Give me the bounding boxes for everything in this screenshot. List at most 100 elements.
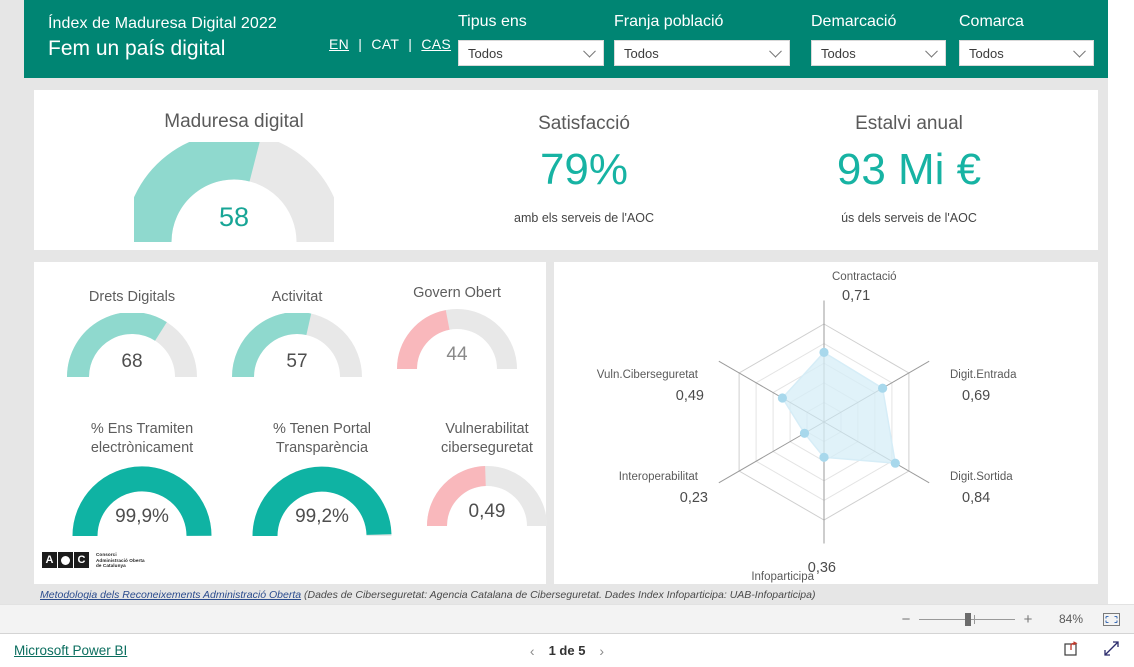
language-selector: EN | CAT | CAS [329, 36, 451, 52]
slicer-dropdown-tipus-ens[interactable]: Todos [458, 40, 604, 66]
gauge-portal-svg [252, 466, 392, 537]
radar-axis-label: Digit.Entrada [950, 369, 1017, 381]
radar-chart-card: Contractació 0,71 Digit.Entrada 0,69 Digit.S… [554, 262, 1098, 584]
slicer-dropdown-comarca[interactable]: Todos [959, 40, 1094, 66]
radar-axis-value: 0,36 [808, 560, 836, 576]
aoc-logo-text: Consorci Administració Oberta de Catalun… [96, 552, 145, 569]
slicer-value-franja-poblacio: Todos [624, 45, 659, 61]
gauge-value-activitat: 57 [286, 351, 308, 372]
aoc-logo: A C Consorci Administració Oberta de Cat… [42, 552, 145, 569]
gauge-value-portal-transparencia: 99,2% [295, 506, 349, 527]
radar-axis-label: Contractació [832, 271, 897, 283]
zoom-out-button[interactable]: − [899, 612, 913, 627]
aoc-text-line-3: de Catalunya [96, 563, 126, 569]
kpi-title-estalvi: Estalvi anual [855, 113, 963, 134]
radar-axis-label: Infoparticipa [751, 571, 814, 583]
zoom-slider-tick [974, 614, 975, 624]
language-link-cat[interactable]: CAT [371, 36, 399, 52]
kpi-value-satisfaccio: 79% [539, 145, 629, 194]
language-link-en[interactable]: EN [329, 36, 349, 52]
zoom-slider[interactable] [919, 612, 1015, 626]
radar-axis-value: 0,84 [962, 490, 990, 506]
chevron-down-icon [769, 44, 782, 58]
radar-chart: Contractació 0,71 Digit.Entrada 0,69 Digit.S… [597, 271, 1017, 583]
gauges-card: Drets Digitals 68 Activitat 57 Govern Ob… [34, 262, 547, 584]
slicer-dropdown-franja-poblacio[interactable]: Todos [614, 40, 790, 66]
slicer-tipus-ens: Tipus ens Todos [458, 12, 604, 66]
kpi-subtitle-estalvi: ús dels serveis de l'AOC [841, 211, 977, 225]
gauge-drets-digitals: Drets Digitals 68 [52, 288, 212, 386]
zoom-slider-thumb[interactable] [965, 612, 971, 626]
slicer-franja-poblacio: Franja població Todos [614, 12, 790, 66]
slicer-value-tipus-ens: Todos [468, 45, 503, 61]
kpi-title-satisfaccio: Satisfacció [538, 113, 630, 134]
gauge-value-govern-obert: 44 [446, 344, 468, 365]
radar-axis-value: 0,49 [676, 388, 704, 404]
slicer-label-demarcacio: Demarcació [811, 13, 897, 30]
fit-to-page-button[interactable] [1103, 612, 1120, 626]
kpi-value-estalvi: 93 Mi € [836, 145, 982, 194]
slicer-label-franja-poblacio: Franja població [614, 13, 724, 30]
previous-page-button[interactable]: ‹ [530, 643, 535, 659]
gauge-ens-tramiten: % Ens Tramiten electrònicament 99,9% [52, 420, 232, 545]
radar-axis-value: 0,69 [962, 388, 990, 404]
status-bar-actions [1064, 640, 1120, 662]
fullscreen-button[interactable] [1103, 640, 1120, 662]
chevron-down-icon [1073, 44, 1086, 58]
gauge-title-drets-digitals: Drets Digitals [88, 289, 176, 305]
footnote-rest: (Dades de Ciberseguretat: Agencia Catala… [301, 589, 816, 601]
gauge-title-portal-transparencia: % Tenen Portal Transparència [272, 421, 372, 456]
report-canvas: Índex de Maduresa Digital 2022 Fem un pa… [0, 0, 1108, 604]
aoc-letter-c: C [74, 552, 89, 569]
footnote-methodology-link[interactable]: Metodologia dels Reconeixements Administ… [40, 589, 301, 601]
gauge-value-ens-tramiten: 99,9% [115, 506, 169, 527]
radar-axis-label: Interoperabilitat [619, 471, 699, 483]
next-page-button[interactable]: › [599, 643, 604, 659]
gauge-activitat: Activitat 57 [217, 288, 377, 386]
chevron-down-icon [583, 44, 596, 58]
slicer-label-comarca: Comarca [959, 13, 1024, 30]
gauge-value-drets-digitals: 68 [121, 351, 143, 372]
slicer-comarca: Comarca Todos [959, 12, 1094, 66]
radar-axis-value: 0,71 [842, 288, 870, 304]
gauge-title-govern-obert: Govern Obert [413, 285, 501, 301]
gauge-maduresa-digital: 58 [124, 132, 344, 251]
aoc-circle-icon [58, 552, 73, 569]
slicer-dropdown-demarcacio[interactable]: Todos [811, 40, 946, 66]
zoom-bar: − + 84% [0, 604, 1134, 633]
page-navigator: ‹ 1 de 5 › [530, 643, 604, 659]
slicer-value-demarcacio: Todos [821, 45, 856, 61]
power-bi-brand-link[interactable]: Microsoft Power BI [14, 643, 127, 658]
language-separator-1: | [358, 36, 363, 52]
page-indicator: 1 de 5 [548, 643, 586, 658]
kpi-title-maduresa: Maduresa digital [164, 111, 304, 132]
slicer-value-comarca: Todos [969, 45, 1004, 61]
zoom-in-button[interactable]: + [1021, 612, 1035, 627]
gauge-vulnerabilitat: Vulnerabilitat ciberseguretat 0,49 [412, 420, 562, 535]
header-title: Fem un país digital [48, 37, 226, 60]
kpi-maduresa-digital: Maduresa digital 58 [34, 90, 434, 251]
slicer-demarcacio: Demarcació Todos [811, 12, 946, 66]
gauge-value-maduresa: 58 [218, 202, 250, 232]
slicer-label-tipus-ens: Tipus ens [458, 13, 527, 30]
kpi-subtitle-satisfaccio: amb els serveis de l'AOC [514, 211, 654, 225]
gauge-ens-tramiten-svg [72, 466, 212, 537]
status-bar: Microsoft Power BI ‹ 1 de 5 › [0, 633, 1134, 667]
radar-axis-value: 0,23 [680, 490, 708, 506]
share-button[interactable] [1064, 640, 1081, 661]
zoom-percent-label: 84% [1058, 612, 1083, 626]
gauge-govern-obert: Govern Obert 44 [382, 284, 532, 378]
aoc-letter-a: A [42, 552, 57, 569]
header-subtitle: Índex de Maduresa Digital 2022 [48, 15, 277, 32]
kpi-summary-card: Maduresa digital 58 Satisfacció 79% amb … [34, 90, 1098, 250]
kpi-satisfaccio: Satisfacció 79% amb els serveis de l'AOC [424, 90, 744, 226]
gauge-title-activitat: Activitat [271, 289, 323, 305]
aoc-logo-mark: A C [42, 552, 90, 569]
chevron-down-icon [925, 44, 938, 58]
power-bi-report-viewer: Índex de Maduresa Digital 2022 Fem un pa… [0, 0, 1134, 667]
language-link-cas[interactable]: CAS [421, 36, 451, 52]
header-titles: Índex de Maduresa Digital 2022 Fem un pa… [48, 14, 277, 63]
gauge-value-vulnerabilitat: 0,49 [468, 501, 506, 522]
footnote: Metodologia dels Reconeixements Administ… [40, 589, 815, 601]
gauge-title-ens-tramiten: % Ens Tramiten electrònicament [90, 421, 194, 456]
